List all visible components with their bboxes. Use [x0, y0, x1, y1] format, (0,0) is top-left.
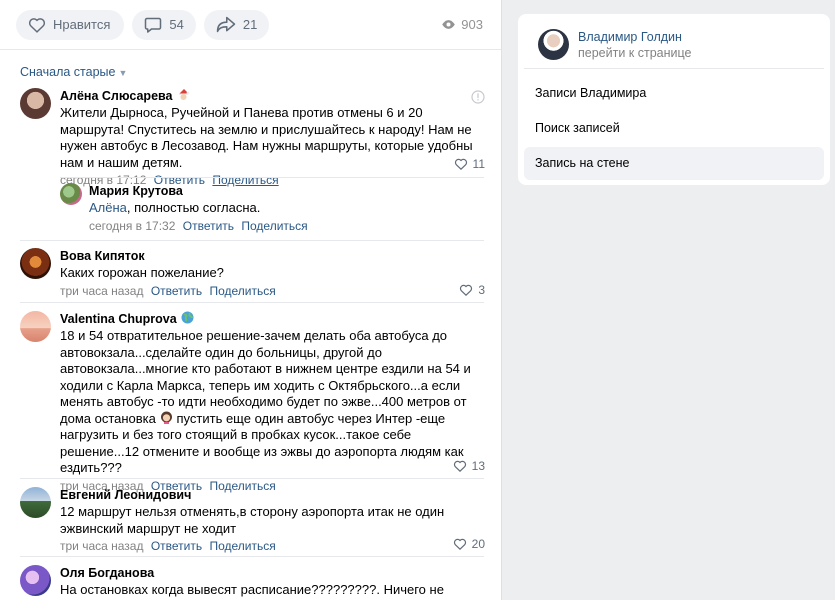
sort-dropdown[interactable]: Сначала старые ▼ — [0, 50, 501, 88]
comment-item: Оля Богданова На остановках когда вывеся… — [20, 565, 485, 600]
comment-text: 12 маршрут нельзя отменять,в сторону аэр… — [60, 504, 445, 536]
sidebar-item-wall-post[interactable]: Запись на стене — [524, 147, 824, 180]
globe-emoji-icon — [181, 311, 194, 324]
avatar[interactable] — [20, 248, 51, 279]
avatar[interactable] — [20, 487, 51, 518]
woman-emoji-icon — [160, 411, 173, 424]
share-comment-button[interactable]: Поделиться — [241, 219, 307, 233]
comment-time[interactable]: три часа назад — [60, 284, 143, 298]
sidebar-item-user-posts[interactable]: Записи Владимира — [524, 77, 824, 110]
comment-text: На остановках когда вывесят расписание??… — [60, 582, 444, 600]
comment-author[interactable]: Valentina Chuprova — [60, 311, 485, 327]
reply-button[interactable]: Ответить — [151, 539, 202, 553]
avatar[interactable] — [20, 311, 51, 342]
santa-emoji-icon — [177, 88, 190, 101]
comment-author[interactable]: Мария Крутова — [89, 183, 485, 199]
comment-likes-count: 11 — [472, 157, 485, 171]
comment-time[interactable]: сегодня в 17:32 — [89, 219, 175, 233]
profile-name[interactable]: Владимир Голдин — [578, 30, 682, 44]
avatar[interactable] — [60, 183, 82, 205]
comment-text: Алёна, полностью согласна. — [89, 200, 261, 215]
comment-item: Евгений Леонидович 12 маршрут нельзя отм… — [20, 487, 485, 553]
comment-author[interactable]: Вова Кипяток — [60, 248, 485, 264]
comment-like-button[interactable]: 11 — [454, 157, 485, 171]
divider — [20, 302, 484, 303]
comment-meta: сегодня в 17:32 Ответить Поделиться — [89, 218, 485, 234]
views-count: 903 — [461, 17, 483, 32]
share-button[interactable]: 21 — [203, 9, 270, 40]
heart-icon — [28, 17, 46, 33]
comment-like-button[interactable]: 3 — [459, 283, 485, 297]
comment-item: Вова Кипяток Каких горожан пожелание? тр… — [20, 248, 485, 300]
views-counter: 903 — [441, 17, 483, 32]
share-comment-button[interactable]: Поделиться — [209, 539, 275, 553]
comment-likes-count: 20 — [471, 537, 485, 551]
profile-avatar[interactable] — [538, 29, 569, 60]
comment-author[interactable]: Алёна Слюсарева — [60, 88, 485, 104]
comment-author[interactable]: Евгений Леонидович — [60, 487, 485, 503]
more-options-icon[interactable] — [471, 90, 485, 107]
divider — [20, 556, 484, 557]
comment-likes-count: 13 — [471, 459, 485, 473]
divider — [20, 240, 484, 241]
heart-icon — [453, 460, 466, 472]
comment-text: Каких горожан пожелание? — [60, 265, 224, 280]
sidebar-item-search-posts[interactable]: Поиск записей — [524, 112, 824, 145]
sidebar-panel: Владимир Голдин перейти к странице Запис… — [518, 14, 830, 185]
comment-like-button[interactable]: 20 — [453, 537, 485, 551]
eye-icon — [442, 20, 456, 29]
divider — [60, 177, 484, 178]
profile-link[interactable]: Владимир Голдин перейти к странице — [538, 28, 810, 72]
heart-icon — [453, 538, 466, 550]
like-label: Нравится — [53, 17, 111, 32]
comment-time[interactable]: три часа назад — [60, 539, 143, 553]
heart-icon — [460, 284, 473, 296]
post-actions-bar: Нравится 54 21 903 — [0, 0, 501, 50]
like-button[interactable]: Нравится — [16, 9, 125, 40]
comment-item: Алёна Слюсарева Жители Дырноса, Ручейной… — [20, 88, 485, 187]
comment-meta: три часа назад Ответить Поделиться — [60, 283, 485, 299]
sort-label: Сначала старые — [20, 65, 116, 79]
avatar[interactable] — [20, 88, 51, 119]
divider — [20, 478, 484, 479]
avatar[interactable] — [20, 565, 51, 596]
reply-button[interactable]: Ответить — [183, 219, 234, 233]
shares-count: 21 — [242, 17, 258, 32]
reply-button[interactable]: Ответить — [151, 284, 202, 298]
comment-meta: три часа назад Ответить Поделиться — [60, 538, 485, 554]
comment-text: 18 и 54 отвратительное решение-зачем дел… — [60, 328, 471, 475]
chevron-down-icon: ▼ — [118, 68, 128, 78]
comment-like-button[interactable]: 13 — [453, 459, 485, 473]
comments-count: 54 — [169, 17, 184, 32]
comment-item: Valentina Chuprova 18 и 54 отвратительно… — [20, 311, 485, 493]
comments-button[interactable]: 54 — [132, 9, 196, 40]
divider — [524, 68, 824, 69]
comment-icon — [145, 17, 162, 33]
comment-reply-item: Мария Крутова Алёна, полностью согласна.… — [60, 183, 485, 235]
share-icon — [216, 16, 236, 33]
heart-icon — [454, 158, 467, 170]
comment-likes-count: 3 — [478, 283, 485, 297]
mention-link[interactable]: Алёна — [89, 200, 127, 215]
share-comment-button[interactable]: Поделиться — [209, 284, 275, 298]
comment-author[interactable]: Оля Богданова — [60, 565, 485, 581]
comment-text: Жители Дырноса, Ручейной и Панева против… — [60, 105, 473, 170]
post-panel: Нравится 54 21 903 Сначала старые ▼ Алёна… — [0, 0, 502, 600]
profile-goto-link[interactable]: перейти к странице — [578, 46, 691, 60]
